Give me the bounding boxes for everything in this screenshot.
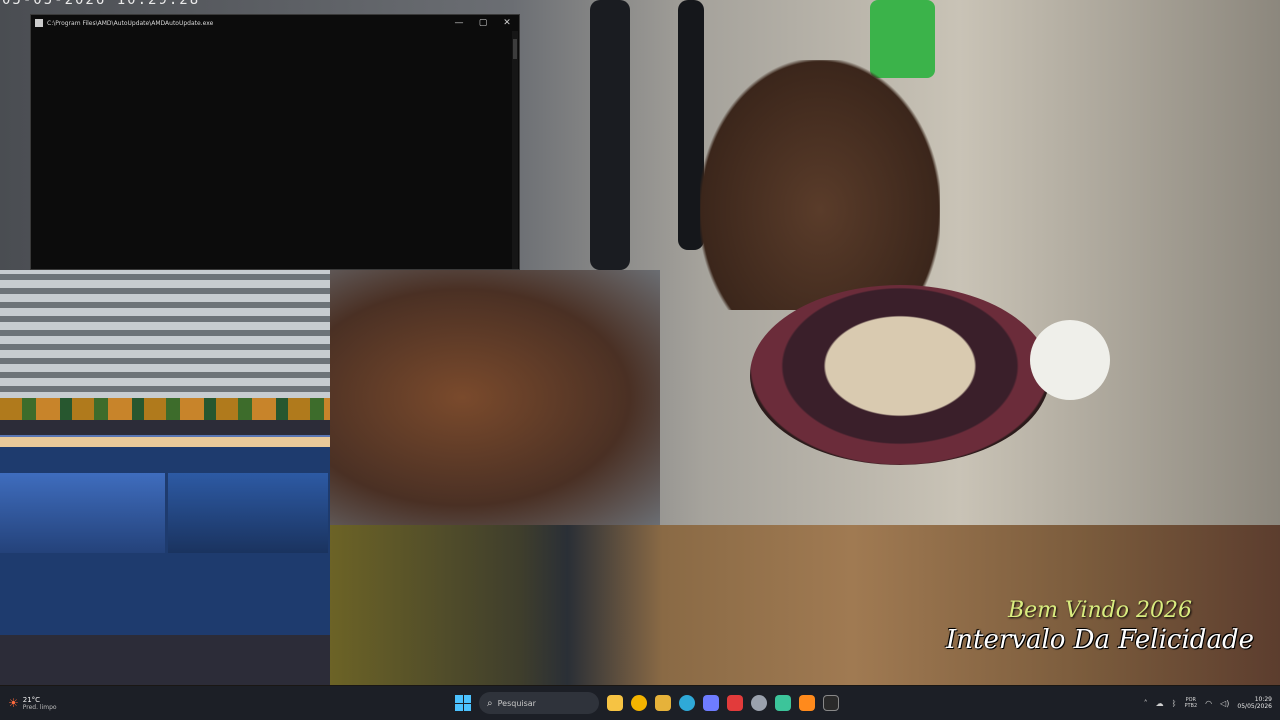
clock-date: 05/05/2026 (1237, 703, 1272, 710)
store-icon[interactable] (703, 695, 719, 711)
carved-pillar (590, 0, 630, 270)
weather-text: 21°C Pred. limpo (23, 696, 57, 711)
search-icon: ⌕ (487, 697, 493, 709)
chrome-icon[interactable] (631, 695, 647, 711)
system-tray: ˄ ☁ ᛒ POR PTB2 ◠ ◁) 10:29 05/05/2026 (1144, 686, 1272, 720)
windows-start-icon[interactable] (455, 695, 471, 711)
maximize-button[interactable]: ▢ (471, 15, 495, 31)
woven-basket (750, 285, 1050, 465)
clock[interactable]: 10:29 05/05/2026 (1237, 696, 1272, 710)
taskbar: ☀ 21°C Pred. limpo ⌕ Pesquisar ˄ ☁ ᛒ POR… (0, 686, 1280, 720)
red-app-icon[interactable] (727, 695, 743, 711)
crafts-table (330, 270, 660, 525)
vendor-person (700, 60, 940, 310)
greeting-overlay: Bem Vindo 2026 Intervalo Da Felicidade (920, 598, 1280, 655)
fabric-strip (0, 398, 330, 420)
taskbar-apps: ⌕ Pesquisar (455, 686, 839, 720)
keyboard-layout: PTB2 (1184, 703, 1198, 709)
wifi-icon[interactable]: ◠ (1205, 699, 1212, 708)
file-explorer-icon[interactable] (607, 695, 623, 711)
nested-screen-capture (0, 435, 330, 635)
nested-video-panel (0, 473, 165, 553)
scrollbar-thumb[interactable] (513, 39, 517, 59)
cloud-icon[interactable]: ☁ (1156, 699, 1164, 708)
weather-icon: ☀ (8, 696, 19, 710)
happiness-text: Intervalo Da Felicidade (945, 625, 1254, 655)
taskbar-search[interactable]: ⌕ Pesquisar (479, 692, 599, 714)
weather-widget[interactable]: ☀ 21°C Pred. limpo (0, 696, 120, 711)
settings-icon[interactable] (751, 695, 767, 711)
folder-icon[interactable] (655, 695, 671, 711)
edge-icon[interactable] (679, 695, 695, 711)
console-scrollbar[interactable] (512, 31, 518, 269)
camera-feed-left (0, 270, 330, 400)
language-indicator[interactable]: POR PTB2 (1184, 697, 1197, 709)
desktop-screen: 05-05-2026 10:29:28 C:\Program Files\AMD… (0, 0, 1280, 720)
terminal-icon[interactable] (823, 695, 839, 711)
chevron-up-icon[interactable]: ˄ (1144, 699, 1148, 708)
weather-temp: 21°C (22, 695, 41, 704)
console-title: C:\Program Files\AMD\AutoUpdate\AMDAutoU… (47, 19, 214, 27)
clock-time: 10:29 (1254, 696, 1272, 703)
orange-app-icon[interactable] (799, 695, 815, 711)
camera-timestamp: 05-05-2026 10:29:28 (2, 0, 201, 8)
console-window[interactable]: C:\Program Files\AMD\AutoUpdate\AMDAutoU… (30, 14, 520, 270)
close-button[interactable]: ✕ (495, 15, 519, 31)
console-output[interactable] (31, 31, 519, 269)
search-placeholder: Pesquisar (497, 698, 536, 708)
welcome-text: Bem Vindo 2026 (1007, 598, 1193, 623)
weather-desc: Pred. limpo (22, 703, 57, 711)
nested-video-panel (168, 473, 328, 553)
console-app-icon (35, 19, 43, 27)
console-titlebar[interactable]: C:\Program Files\AMD\AutoUpdate\AMDAutoU… (31, 15, 519, 31)
djembe-drum (1030, 320, 1110, 400)
bluetooth-icon[interactable]: ᛒ (1172, 699, 1177, 708)
green-app-icon[interactable] (775, 695, 791, 711)
volume-icon[interactable]: ◁) (1220, 699, 1229, 708)
nested-browser-bar (0, 437, 330, 447)
minimize-button[interactable]: — (447, 15, 471, 31)
